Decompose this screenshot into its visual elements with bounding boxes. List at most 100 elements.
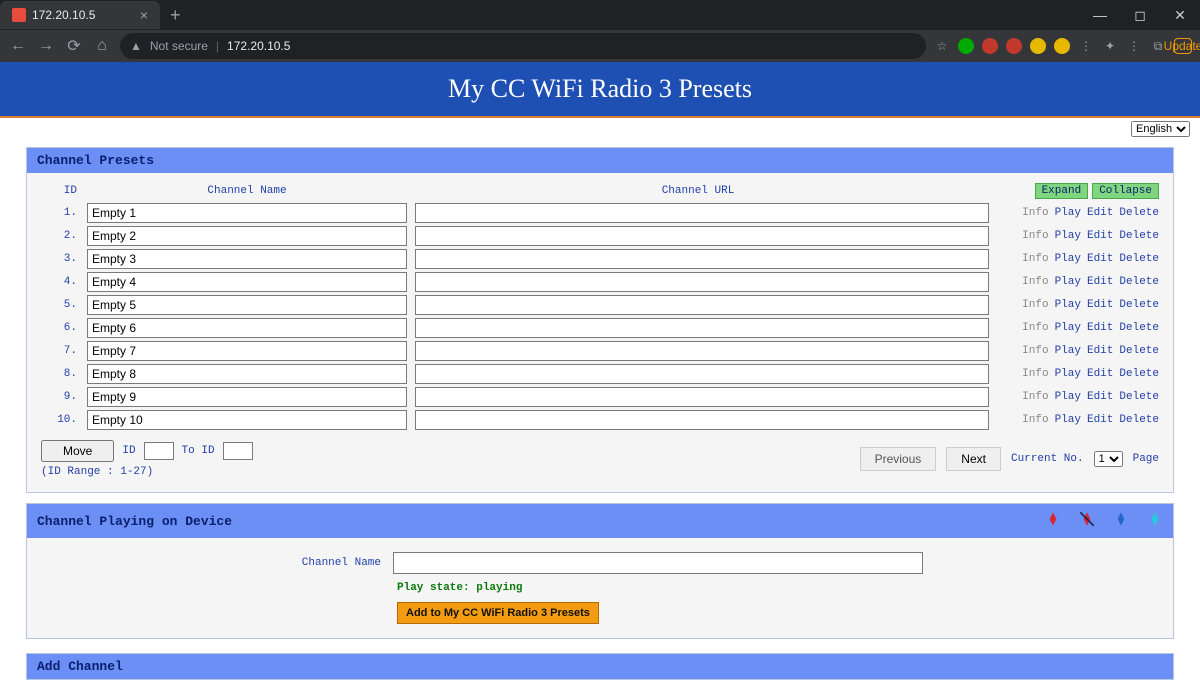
preset-name-input[interactable] [87, 387, 407, 407]
preset-name-input[interactable] [87, 318, 407, 338]
preset-play-link[interactable]: Play [1055, 368, 1081, 380]
add-channel-panel-header: Add Channel [27, 654, 1173, 679]
preset-play-link[interactable]: Play [1055, 414, 1081, 426]
preset-delete-link[interactable]: Delete [1119, 391, 1159, 403]
preset-name-input[interactable] [87, 341, 407, 361]
preset-delete-link[interactable]: Delete [1119, 322, 1159, 334]
move-to-id-input[interactable] [223, 442, 253, 460]
favorite-remove-icon[interactable] [1077, 509, 1097, 533]
preset-edit-link[interactable]: Edit [1087, 230, 1113, 242]
preset-delete-link[interactable]: Delete [1119, 345, 1159, 357]
preset-delete-link[interactable]: Delete [1119, 276, 1159, 288]
url-bar[interactable]: ▲ Not secure | 172.20.10.5 [120, 33, 926, 59]
close-window-icon[interactable]: ✕ [1160, 7, 1200, 24]
tab-bar: 172.20.10.5 × + — ◻ ✕ [0, 0, 1200, 30]
preset-delete-link[interactable]: Delete [1119, 207, 1159, 219]
close-icon[interactable]: × [140, 7, 148, 23]
preset-name-input[interactable] [87, 249, 407, 269]
preset-name-input[interactable] [87, 272, 407, 292]
preset-play-link[interactable]: Play [1055, 207, 1081, 219]
preset-edit-link[interactable]: Edit [1087, 322, 1113, 334]
next-button[interactable]: Next [946, 447, 1001, 471]
preset-row: 9.InfoPlayEditDelete [41, 387, 1159, 407]
preset-url-input[interactable] [415, 387, 989, 407]
bookmark-icon[interactable]: ☆ [934, 38, 950, 54]
preset-name-input[interactable] [87, 295, 407, 315]
preset-url-input[interactable] [415, 226, 989, 246]
favorite-blue-icon[interactable] [1111, 509, 1131, 533]
presets-column-headers: ID Channel Name Channel URL Expand Colla… [41, 183, 1159, 199]
preset-url-input[interactable] [415, 249, 989, 269]
preset-play-link[interactable]: Play [1055, 322, 1081, 334]
menu-icon[interactable]: ⋮ [1126, 38, 1142, 54]
not-secure-icon: ▲ [130, 39, 142, 53]
preset-name-input[interactable] [87, 364, 407, 384]
preset-edit-link[interactable]: Edit [1087, 391, 1113, 403]
extension-icon[interactable] [1054, 38, 1070, 54]
reload-icon[interactable]: ⟳ [64, 36, 84, 56]
preset-row: 1.InfoPlayEditDelete [41, 203, 1159, 223]
preset-url-input[interactable] [415, 318, 989, 338]
presets-panel: Channel Presets ID Channel Name Channel … [26, 147, 1174, 493]
back-icon[interactable]: ← [8, 37, 28, 55]
preset-edit-link[interactable]: Edit [1087, 276, 1113, 288]
new-tab-button[interactable]: + [160, 5, 191, 26]
preset-url-input[interactable] [415, 341, 989, 361]
home-icon[interactable]: ⌂ [92, 37, 112, 55]
play-state-label: Play state: playing [397, 582, 1149, 594]
preset-url-input[interactable] [415, 364, 989, 384]
previous-button[interactable]: Previous [860, 447, 937, 471]
preset-delete-link[interactable]: Delete [1119, 368, 1159, 380]
page-title-banner: My CC WiFi Radio 3 Presets [0, 62, 1200, 116]
extension-icon[interactable] [982, 38, 998, 54]
move-id-input[interactable] [144, 442, 174, 460]
extension-icon[interactable]: ⋮ [1078, 38, 1094, 54]
playing-channel-name-input[interactable] [393, 552, 923, 574]
extension-icon[interactable] [1006, 38, 1022, 54]
maximize-icon[interactable]: ◻ [1120, 7, 1160, 24]
preset-edit-link[interactable]: Edit [1087, 368, 1113, 380]
preset-delete-link[interactable]: Delete [1119, 299, 1159, 311]
preset-edit-link[interactable]: Edit [1087, 414, 1113, 426]
forward-icon[interactable]: → [36, 37, 56, 55]
move-id-label: ID [122, 445, 135, 457]
favorite-cyan-icon[interactable] [1145, 509, 1165, 533]
preset-name-input[interactable] [87, 410, 407, 430]
language-select[interactable]: English [1131, 121, 1190, 137]
preset-name-input[interactable] [87, 226, 407, 246]
preset-url-input[interactable] [415, 295, 989, 315]
move-group: Move ID To ID [41, 440, 253, 462]
preset-row-id: 7. [41, 345, 87, 357]
preset-play-link[interactable]: Play [1055, 253, 1081, 265]
preset-play-link[interactable]: Play [1055, 276, 1081, 288]
preset-row-id: 10. [41, 414, 87, 426]
preset-edit-link[interactable]: Edit [1087, 253, 1113, 265]
collapse-button[interactable]: Collapse [1092, 183, 1159, 199]
page-select[interactable]: 1 [1094, 451, 1123, 467]
preset-edit-link[interactable]: Edit [1087, 207, 1113, 219]
extensions-puzzle-icon[interactable]: ✦ [1102, 38, 1118, 54]
extension-icon[interactable] [958, 38, 974, 54]
preset-row: 10.InfoPlayEditDelete [41, 410, 1159, 430]
preset-edit-link[interactable]: Edit [1087, 299, 1113, 311]
add-to-presets-button[interactable]: Add to My CC WiFi Radio 3 Presets [397, 602, 599, 624]
extension-icon[interactable] [1030, 38, 1046, 54]
preset-name-input[interactable] [87, 203, 407, 223]
preset-edit-link[interactable]: Edit [1087, 345, 1113, 357]
preset-delete-link[interactable]: Delete [1119, 230, 1159, 242]
expand-button[interactable]: Expand [1035, 183, 1089, 199]
preset-url-input[interactable] [415, 203, 989, 223]
browser-tab[interactable]: 172.20.10.5 × [0, 1, 160, 29]
move-button[interactable]: Move [41, 440, 114, 462]
preset-play-link[interactable]: Play [1055, 230, 1081, 242]
preset-url-input[interactable] [415, 272, 989, 292]
preset-delete-link[interactable]: Delete [1119, 253, 1159, 265]
update-button[interactable]: Update [1174, 38, 1192, 54]
minimize-icon[interactable]: — [1080, 7, 1120, 24]
preset-play-link[interactable]: Play [1055, 345, 1081, 357]
preset-url-input[interactable] [415, 410, 989, 430]
preset-delete-link[interactable]: Delete [1119, 414, 1159, 426]
preset-play-link[interactable]: Play [1055, 391, 1081, 403]
preset-play-link[interactable]: Play [1055, 299, 1081, 311]
favorite-red-icon[interactable] [1043, 509, 1063, 533]
